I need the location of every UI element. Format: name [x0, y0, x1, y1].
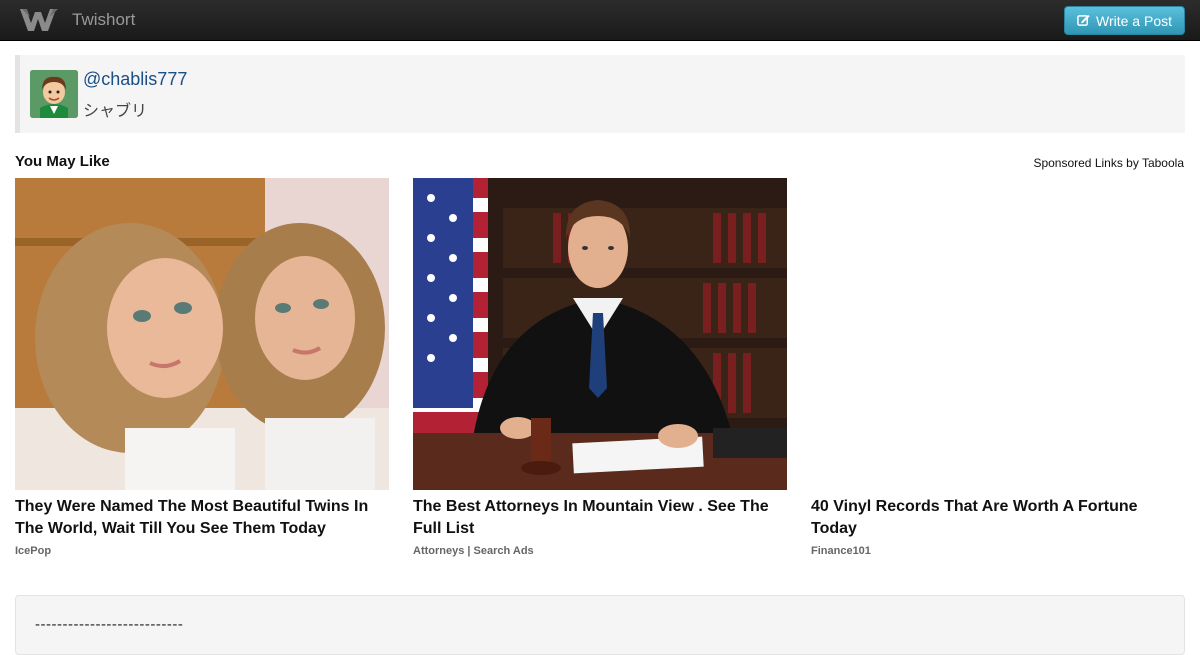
brand-link[interactable]: Twishort	[18, 5, 135, 35]
sponsored-links-label[interactable]: Sponsored Links by Taboola	[1033, 156, 1184, 170]
recommendation-title[interactable]: 40 Vinyl Records That Are Worth A Fortun…	[811, 496, 1185, 540]
recommendation-card[interactable]: 40 Vinyl Records That Are Worth A Fortun…	[811, 178, 1185, 557]
post-text: ---------------------------	[35, 616, 184, 633]
top-navbar: Twishort Write a Post	[0, 0, 1200, 41]
brand-name: Twishort	[72, 10, 136, 29]
post-content-panel: ---------------------------	[15, 595, 1185, 655]
judge-photo	[413, 178, 787, 490]
twins-photo	[15, 178, 389, 490]
recommendation-image[interactable]	[811, 178, 1185, 490]
avatar[interactable]	[30, 70, 78, 118]
write-post-button[interactable]: Write a Post	[1064, 6, 1185, 35]
recommendation-source: Attorneys | Search Ads	[413, 545, 534, 557]
recommendation-title[interactable]: They Were Named The Most Beautiful Twins…	[15, 496, 389, 540]
recommendation-source: IcePop	[15, 545, 52, 557]
recommendation-image[interactable]	[15, 178, 389, 490]
recommendation-card[interactable]: They Were Named The Most Beautiful Twins…	[15, 178, 389, 557]
write-post-label: Write a Post	[1096, 12, 1172, 29]
author-handle-link[interactable]: @chablis777	[83, 69, 187, 89]
avatar-image	[30, 70, 78, 118]
edit-icon	[1077, 14, 1090, 26]
recommendations-title: You May Like	[15, 153, 110, 170]
author-display-name: シャブリ	[83, 101, 148, 120]
twishort-logo-icon	[20, 9, 58, 31]
recommendation-source: Finance101	[811, 545, 871, 557]
author-handle: @chablis777	[83, 69, 187, 90]
recommendation-image[interactable]	[413, 178, 787, 490]
author-panel: @chablis777 シャブリ	[15, 55, 1185, 133]
recommendation-card[interactable]: The Best Attorneys In Mountain View . Se…	[413, 178, 787, 557]
recommendation-title[interactable]: The Best Attorneys In Mountain View . Se…	[413, 496, 787, 540]
